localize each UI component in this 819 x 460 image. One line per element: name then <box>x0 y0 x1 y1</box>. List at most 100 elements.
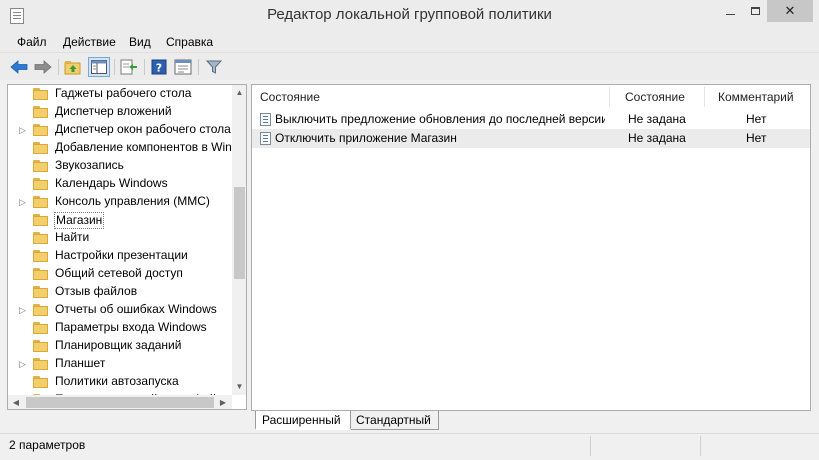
folder-icon <box>33 376 48 388</box>
expand-arrow-icon[interactable]: ▷ <box>19 196 29 208</box>
setting-state: Не задана <box>628 131 686 145</box>
tab-extended[interactable]: Расширенный <box>255 411 351 430</box>
expand-arrow-icon[interactable]: ▷ <box>19 304 29 316</box>
tree-item-label: Диспетчер окон рабочего стола <box>55 122 231 136</box>
scroll-right-icon[interactable]: ▶ <box>215 395 231 409</box>
column-divider[interactable] <box>609 87 610 107</box>
tree-item-label: Отчеты об ошибках Windows <box>55 302 217 316</box>
tree-item-label: Политики автозапуска <box>55 374 179 388</box>
menu-file[interactable]: Файл <box>17 35 47 49</box>
tree-item-label: Параметры входа Windows <box>55 320 207 334</box>
scroll-down-icon[interactable]: ▼ <box>232 379 246 395</box>
maximize-button[interactable] <box>743 0 767 22</box>
tree-item[interactable]: ▷ Диспетчер окон рабочего стола <box>8 121 232 139</box>
close-button[interactable]: ✕ <box>767 0 813 22</box>
tree-item[interactable]: Диспетчер вложений <box>8 103 232 121</box>
toolbar-separator <box>144 59 145 75</box>
forward-button[interactable] <box>34 58 52 76</box>
column-header-state[interactable]: Состояние <box>625 85 705 109</box>
tree-vertical-scroll-thumb[interactable] <box>234 187 245 279</box>
folder-icon <box>33 358 48 370</box>
tree-item[interactable]: ▷ Консоль управления (MMC) <box>8 193 232 211</box>
tree-item[interactable]: Гаджеты рабочего стола <box>8 85 232 103</box>
tree-item-label: Гаджеты рабочего стола <box>55 86 192 100</box>
minimize-icon <box>725 13 735 15</box>
menu-action[interactable]: Действие <box>63 35 116 49</box>
export-list-icon <box>120 59 137 75</box>
tree-horizontal-scrollbar[interactable]: ◀ ▶ <box>8 395 232 409</box>
navigation-tree[interactable]: Гаджеты рабочего стола Диспетчер вложений… <box>7 84 247 410</box>
settings-list: Состояние Состояние Комментарий Выключит… <box>251 84 811 411</box>
up-folder-icon <box>64 61 81 75</box>
tree-item[interactable]: ▷ Отчеты об ошибках Windows <box>8 301 232 319</box>
show-hide-tree-button[interactable] <box>88 57 110 77</box>
tab-standard[interactable]: Стандартный <box>349 411 439 430</box>
toolbar-separator <box>114 59 115 75</box>
properties-button[interactable] <box>174 58 192 76</box>
toolbar-separator <box>198 59 199 75</box>
status-text: 2 параметров <box>9 438 86 452</box>
status-divider <box>700 436 701 456</box>
folder-icon <box>33 178 48 190</box>
tree-item[interactable]: Политики автозапуска <box>8 373 232 391</box>
status-bar: 2 параметров <box>0 433 819 460</box>
folder-icon <box>33 268 48 280</box>
title-bar: Редактор локальной групповой политики ✕ <box>0 0 819 32</box>
setting-comment: Нет <box>746 131 767 145</box>
column-divider[interactable] <box>704 87 705 107</box>
tree-item-label: Консоль управления (MMC) <box>55 194 210 208</box>
minimize-button[interactable] <box>717 0 743 22</box>
show-hide-tree-icon <box>91 60 107 74</box>
filter-button[interactable] <box>205 58 223 76</box>
toolbar-separator <box>58 59 59 75</box>
tree-item[interactable]: Планировщик заданий <box>8 337 232 355</box>
list-item[interactable]: Отключить приложение Магазин Не задана Н… <box>252 129 810 148</box>
back-icon <box>10 60 28 74</box>
tree-item[interactable]: Настройки презентации <box>8 247 232 265</box>
help-icon: ? <box>151 59 167 75</box>
setting-name: Отключить приложение Магазин <box>275 131 457 145</box>
expand-arrow-icon[interactable]: ▷ <box>19 358 29 370</box>
close-icon: ✕ <box>784 3 796 18</box>
export-list-button[interactable] <box>120 58 138 76</box>
tree-horizontal-scroll-thumb[interactable] <box>26 397 214 408</box>
filter-icon <box>206 60 222 74</box>
scroll-left-icon[interactable]: ◀ <box>8 395 24 409</box>
tree-item[interactable]: Отзыв файлов <box>8 283 232 301</box>
tree-item[interactable]: Добавление компонентов в Windows 8 <box>8 139 232 157</box>
tree-item[interactable]: Магазин <box>8 211 232 229</box>
list-item[interactable]: Выключить предложение обновления до посл… <box>252 110 810 129</box>
back-button[interactable] <box>10 58 28 76</box>
window-title: Редактор локальной групповой политики <box>267 6 552 23</box>
maximize-icon <box>750 7 760 15</box>
column-header-setting[interactable]: Состояние <box>260 85 590 109</box>
menu-view[interactable]: Вид <box>129 35 151 49</box>
column-header-comment[interactable]: Комментарий <box>718 85 808 109</box>
folder-icon <box>33 124 48 136</box>
folder-icon <box>33 340 48 352</box>
forward-icon <box>34 60 52 74</box>
toolbar: ? <box>0 52 819 80</box>
scroll-up-icon[interactable]: ▲ <box>232 85 246 101</box>
tree-item-label: Добавление компонентов в Windows 8 <box>55 140 232 154</box>
tree-item-label: Звукозапись <box>55 158 124 172</box>
svg-text:?: ? <box>156 62 162 75</box>
list-header: Состояние Состояние Комментарий <box>252 85 810 109</box>
status-divider <box>590 436 591 456</box>
expand-arrow-icon[interactable]: ▷ <box>19 124 29 136</box>
properties-icon <box>174 59 192 75</box>
tree-item[interactable]: ▷ Планшет <box>8 355 232 373</box>
tree-item[interactable]: Параметры входа Windows <box>8 319 232 337</box>
folder-icon <box>33 142 48 154</box>
up-one-level-button[interactable] <box>64 58 82 76</box>
tree-item[interactable]: Найти <box>8 229 232 247</box>
tree-item[interactable]: Общий сетевой доступ <box>8 265 232 283</box>
menu-help[interactable]: Справка <box>166 35 213 49</box>
help-button[interactable]: ? <box>150 58 168 76</box>
tree-vertical-scrollbar[interactable]: ▲ ▼ <box>232 85 246 395</box>
tree-item[interactable]: Звукозапись <box>8 157 232 175</box>
tree-item-label: Планшет <box>55 356 106 370</box>
tree-item[interactable]: Календарь Windows <box>8 175 232 193</box>
tree-item-label: Календарь Windows <box>55 176 168 190</box>
tree-item-label: Найти <box>55 230 90 244</box>
